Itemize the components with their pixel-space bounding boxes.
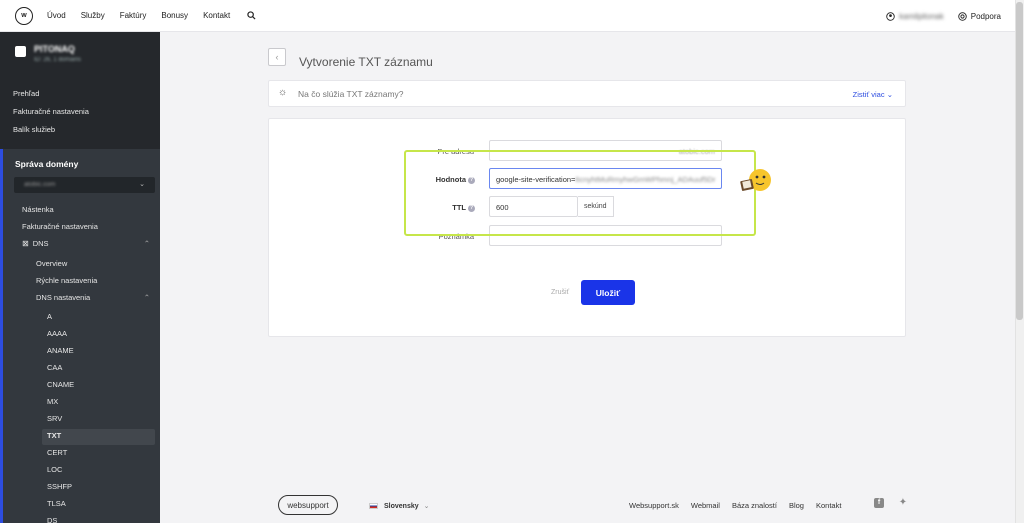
sidebar-record-a[interactable]: A [47,312,52,321]
sidebar-item-dns-nastavenia[interactable]: DNS nastavenia ⌃ [36,293,150,302]
websupport-logo[interactable]: w [15,6,33,25]
sidebar-item-nastenka[interactable]: Nástenka [22,205,54,214]
info-question: Na čo slúžia TXT záznamy? [298,89,404,99]
nav-uvod[interactable]: Úvod [47,11,66,20]
page-scrollbar[interactable] [1015,0,1024,523]
sidebar-record-tlsa[interactable]: TLSA [47,499,66,508]
top-nav: Úvod Služby Faktúry Bonusy Kontakt [47,11,245,20]
sidebar-item-dns[interactable]: ⊠ DNS ⌃ [22,239,150,248]
chevron-left-icon: ‹ [275,52,279,62]
footer-links: Websupport.sk Webmail Báza znalostí Blog… [629,501,853,510]
footer-link-kontakt[interactable]: Kontakt [816,501,841,510]
save-button[interactable]: Uložiť [581,280,635,305]
footer-logo[interactable]: websupport [278,495,338,515]
learn-more-link[interactable]: Zistiť viac ⌄ [853,90,893,99]
sidebar-record-ds[interactable]: DS [47,516,57,523]
sidebar-record-srv[interactable]: SRV [47,414,62,423]
nav-sluzby[interactable]: Služby [81,11,105,20]
domain-section-title: Správa domény [15,159,79,169]
page-title: Vytvorenie TXT záznamu [299,55,433,69]
learn-more-label: Zistiť viac [852,90,885,99]
nav-kontakt[interactable]: Kontakt [203,11,230,20]
sidebar-item-rychle[interactable]: Rýchle nastavenia [36,276,97,285]
sidebar-record-loc[interactable]: LOC [47,465,62,474]
lifebuoy-icon [958,11,967,21]
chevron-down-icon: ⌄ [423,503,430,510]
domain-panel: Správa domény atobic.com ⌄ Nástenka Fakt… [0,149,160,523]
search-icon[interactable] [247,11,256,20]
user-icon [886,11,896,21]
sidebar-record-aname[interactable]: ANAME [47,346,74,355]
footer-link-baza[interactable]: Báza znalostí [732,501,777,510]
domain-select[interactable]: atobic.com ⌄ [14,177,155,193]
sidebar-record-caa[interactable]: CAA [47,363,62,372]
account-name: PITONAQ [34,44,75,54]
account-sub: ID: 26, 1 domains [34,57,82,63]
sidebar-item-dns-nastavenia-label: DNS nastavenia [36,293,91,302]
nav-faktury[interactable]: Faktúry [120,11,147,20]
chevron-down-icon: ⌄ [886,90,893,99]
dns-icon: ⊠ [22,239,29,248]
sidebar-link-prehlad[interactable]: Prehľad [0,84,160,102]
account-icon [15,46,26,57]
sidebar-item-fakturacne[interactable]: Fakturačné nastavenia [22,222,98,231]
sidebar-record-txt[interactable]: TXT [47,431,61,440]
scrollbar-thumb[interactable] [1016,2,1023,320]
help-link[interactable]: Podpora [958,12,1001,21]
footer-link-blog[interactable]: Blog [789,501,804,510]
lightbulb-icon: ☼ [278,87,288,98]
account-panel: PITONAQ ID: 26, 1 domains Prehľad Faktur… [0,32,160,149]
sidebar-item-dns-label: DNS [32,239,49,248]
nav-bonusy[interactable]: Bonusy [161,11,188,20]
sidebar-item-overview[interactable]: Overview [36,259,67,268]
chevron-up-icon: ⌃ [143,293,150,302]
chevron-down-icon: ⌄ [139,181,145,188]
twitter-icon[interactable]: ✦ [898,498,908,508]
help-label: Podpora [970,11,1001,21]
sidebar-link-fakturacne[interactable]: Fakturačné nastavenia [0,102,160,120]
sidebar-record-sshfp[interactable]: SSHFP [47,482,72,491]
facebook-icon[interactable]: f [874,498,884,508]
footer-link-webmail[interactable]: Webmail [691,501,720,510]
domain-select-value: atobic.com [24,181,56,188]
user-name: kamilpitonak [899,11,944,21]
emoji-reading-icon [740,169,771,191]
sidebar-record-cname[interactable]: CNAME [47,380,74,389]
cancel-button[interactable]: Zrušiť [551,289,569,296]
info-box: ☼ Na čo slúžia TXT záznamy? Zistiť viac … [268,80,906,107]
sidebar-record-aaaa[interactable]: AAAA [47,329,67,338]
user-menu[interactable]: kamilpitonak [886,11,944,21]
slovak-flag-icon [369,503,378,509]
highlight-box [404,150,756,236]
top-bar: w Úvod Služby Faktúry Bonusy Kontakt kam… [0,0,1015,32]
sidebar-link-balik[interactable]: Balík služieb [0,120,160,138]
account-header[interactable]: PITONAQ ID: 26, 1 domains [0,44,160,63]
sidebar-record-cert[interactable]: CERT [47,448,67,457]
language-label: Slovensky [384,502,419,510]
sidebar: PITONAQ ID: 26, 1 domains Prehľad Faktur… [0,32,160,523]
social-links: f ✦ [874,498,922,508]
language-select[interactable]: Slovensky ⌄ [369,502,430,510]
chevron-up-icon: ⌃ [143,239,150,248]
sidebar-record-mx[interactable]: MX [47,397,58,406]
footer-link-websupport[interactable]: Websupport.sk [629,501,679,510]
back-button[interactable]: ‹ [268,48,286,66]
top-right: kamilpitonak Podpora [886,0,1001,32]
